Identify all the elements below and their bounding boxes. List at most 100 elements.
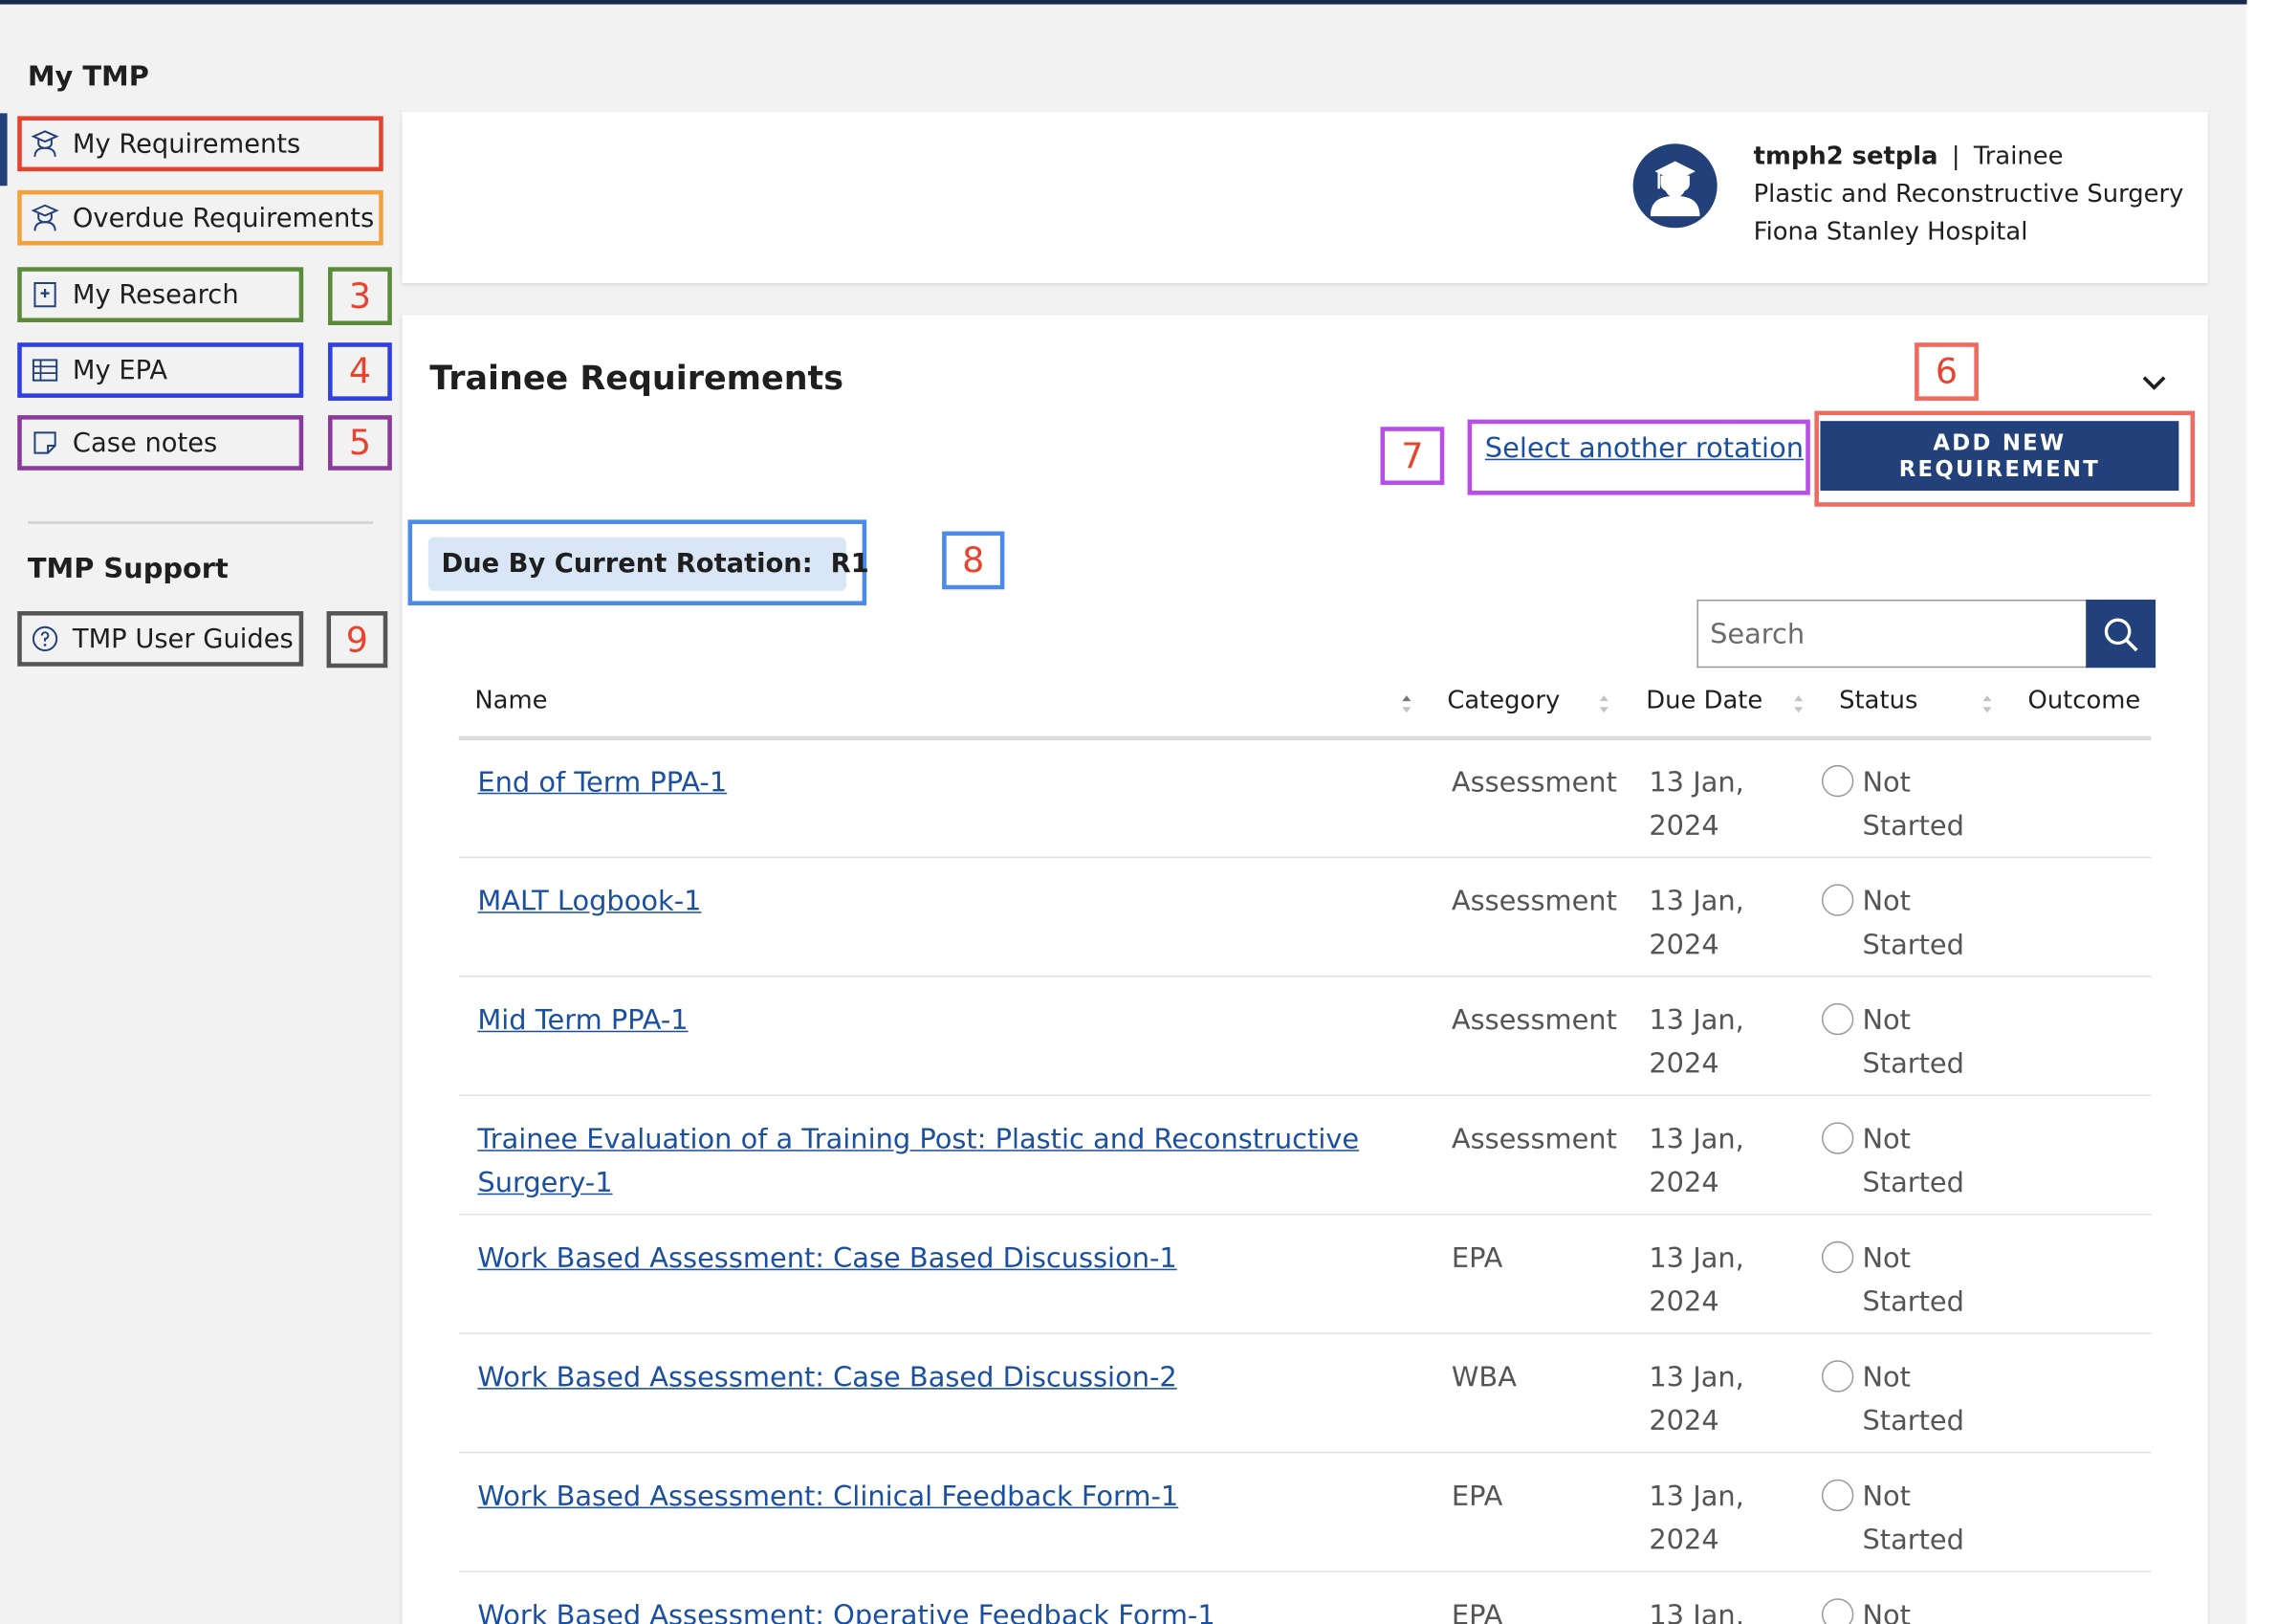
column-header-outcome[interactable]: Outcome — [2028, 687, 2141, 715]
sidebar-item-overdue-requirements[interactable]: Overdue Requirements — [17, 189, 383, 246]
status-cell: Not Started — [1862, 885, 1964, 961]
sidebar-item-my-research[interactable]: My Research — [17, 267, 304, 322]
requirement-link[interactable]: Work Based Assessment: Operative Feedbac… — [477, 1594, 1377, 1624]
due-date-cell: 13 Jan, 2024 — [1649, 1481, 1744, 1557]
annotation-label: 5 — [328, 415, 392, 471]
requirement-link[interactable]: Mid Term PPA-1 — [477, 999, 1377, 1042]
due-date-cell: 13 Jan, — [1649, 1599, 1744, 1624]
sidebar-item-my-epa[interactable]: My EPA — [17, 342, 304, 398]
status-circle-icon — [1821, 1479, 1854, 1512]
table-row: Trainee Evaluation of a Training Post: P… — [458, 1096, 2152, 1216]
sidebar-item-label: My Research — [72, 279, 239, 311]
due-date-cell: 13 Jan, 2024 — [1649, 885, 1744, 961]
column-header-category[interactable]: Category — [1447, 687, 1560, 715]
table-row: Work Based Assessment: Clinical Feedback… — [458, 1453, 2152, 1572]
user-role: Trainee — [1973, 142, 2064, 172]
requirement-link[interactable]: Work Based Assessment: Case Based Discus… — [477, 1356, 1377, 1400]
requirement-link[interactable]: MALT Logbook-1 — [477, 880, 1377, 924]
status-circle-icon — [1821, 884, 1854, 916]
category-cell: Assessment — [1451, 885, 1617, 918]
top-border — [0, 0, 2247, 5]
status-circle-icon — [1821, 1360, 1854, 1393]
sidebar-item-user-guides[interactable]: TMP User Guides — [17, 611, 304, 667]
user-avatar-icon — [1632, 143, 1718, 229]
sidebar-item-label: TMP User Guides — [72, 623, 294, 654]
page-title: Trainee Requirements — [429, 360, 844, 398]
annotation-label: 3 — [328, 267, 392, 326]
table-row: Work Based Assessment: Case Based Discus… — [458, 1334, 2152, 1454]
user-name: tmph2 setpla — [1753, 142, 1938, 172]
category-cell: Assessment — [1451, 1004, 1617, 1037]
sidebar-item-label: My EPA — [72, 355, 168, 386]
search-input[interactable] — [1696, 599, 2088, 669]
column-header-status[interactable]: Status — [1839, 687, 1917, 715]
category-cell: EPA — [1451, 1599, 1503, 1624]
sidebar-item-label: Overdue Requirements — [72, 202, 375, 233]
category-cell: WBA — [1451, 1361, 1517, 1394]
status-circle-icon — [1821, 1002, 1854, 1036]
user-specialty: Plastic and Reconstructive Surgery — [1753, 180, 2184, 209]
status-circle-icon — [1821, 1240, 1854, 1274]
status-cell: Not — [1862, 1599, 1912, 1624]
sidebar-item-my-requirements[interactable]: My Requirements — [17, 116, 383, 172]
page: My TMP My Requirements Overdue Requireme… — [0, 0, 2276, 1624]
category-cell: Assessment — [1451, 1123, 1617, 1156]
category-cell: EPA — [1451, 1481, 1503, 1513]
column-header-due-date[interactable]: Due Date — [1646, 687, 1762, 715]
due-date-cell: 13 Jan, 2024 — [1649, 766, 1744, 843]
annotation-label: 6 — [1915, 342, 1979, 401]
sidebar-heading: My TMP — [27, 60, 149, 94]
status-circle-icon — [1821, 1598, 1854, 1624]
add-new-requirement-button[interactable]: ADD NEW REQUIREMENT — [1820, 421, 2179, 492]
sort-icon[interactable] — [1399, 692, 1413, 715]
window-edge — [2246, 0, 2276, 1624]
search-icon — [2104, 617, 2138, 651]
active-indicator — [0, 113, 8, 187]
due-date-cell: 13 Jan, 2024 — [1649, 1361, 1744, 1437]
status-cell: Not Started — [1862, 1481, 1964, 1557]
sort-icon[interactable] — [1597, 692, 1611, 715]
table-row: Work Based Assessment: Case Based Discus… — [458, 1215, 2152, 1334]
sidebar-divider — [27, 520, 374, 524]
category-cell: EPA — [1451, 1242, 1503, 1275]
due-date-cell: 13 Jan, 2024 — [1649, 1004, 1744, 1081]
search-button[interactable] — [2086, 599, 2156, 669]
sort-icon[interactable] — [1791, 692, 1805, 715]
user-name-role: tmph2 setpla | Trainee — [1754, 143, 2064, 171]
research-book-icon — [33, 282, 56, 308]
table-row: Work Based Assessment: Operative Feedbac… — [459, 1572, 2152, 1624]
graduate-icon — [31, 204, 59, 231]
requirement-link[interactable]: Work Based Assessment: Clinical Feedback… — [477, 1475, 1377, 1519]
status-cell: Not Started — [1862, 1123, 1964, 1199]
chevron-down-icon[interactable] — [2136, 366, 2171, 398]
graduate-icon — [31, 130, 59, 158]
table-row: MALT Logbook-1 Assessment 13 Jan, 2024 N… — [458, 858, 2152, 977]
select-rotation-link[interactable]: Select another rotation — [1485, 432, 1804, 464]
requirement-link[interactable]: Work Based Assessment: Case Based Discus… — [477, 1237, 1377, 1281]
sidebar-item-case-notes[interactable]: Case notes — [17, 415, 304, 471]
user-hospital: Fiona Stanley Hospital — [1753, 217, 2028, 248]
help-circle-icon — [32, 625, 58, 652]
annotation-label: 4 — [328, 342, 392, 401]
column-header-name[interactable]: Name — [474, 687, 547, 715]
due-date-cell: 13 Jan, 2024 — [1649, 1123, 1744, 1199]
user-separator: | — [1951, 142, 1960, 172]
sidebar-item-label: Case notes — [72, 428, 218, 458]
requirement-link[interactable]: End of Term PPA-1 — [477, 760, 1377, 804]
status-cell: Not Started — [1862, 766, 1964, 843]
sort-icon[interactable] — [1980, 692, 1994, 715]
rotation-chip[interactable]: Due By Current Rotation: R1 — [427, 537, 869, 591]
requirement-link[interactable]: Trainee Evaluation of a Training Post: P… — [477, 1118, 1377, 1205]
status-circle-icon — [1821, 1122, 1854, 1154]
annotation-label: 9 — [326, 611, 388, 669]
table-row: End of Term PPA-1 Assessment 13 Jan, 202… — [458, 739, 2152, 859]
annotation-label: 8 — [942, 531, 1005, 590]
status-cell: Not Started — [1862, 1004, 1964, 1081]
status-cell: Not Started — [1862, 1242, 1964, 1319]
table-row: Mid Term PPA-1 Assessment 13 Jan, 2024 N… — [458, 977, 2152, 1097]
status-circle-icon — [1821, 764, 1854, 798]
sidebar-item-label: My Requirements — [72, 128, 301, 160]
table-grid-icon — [32, 359, 58, 382]
due-date-cell: 13 Jan, 2024 — [1649, 1242, 1744, 1319]
support-heading: TMP Support — [27, 553, 229, 585]
